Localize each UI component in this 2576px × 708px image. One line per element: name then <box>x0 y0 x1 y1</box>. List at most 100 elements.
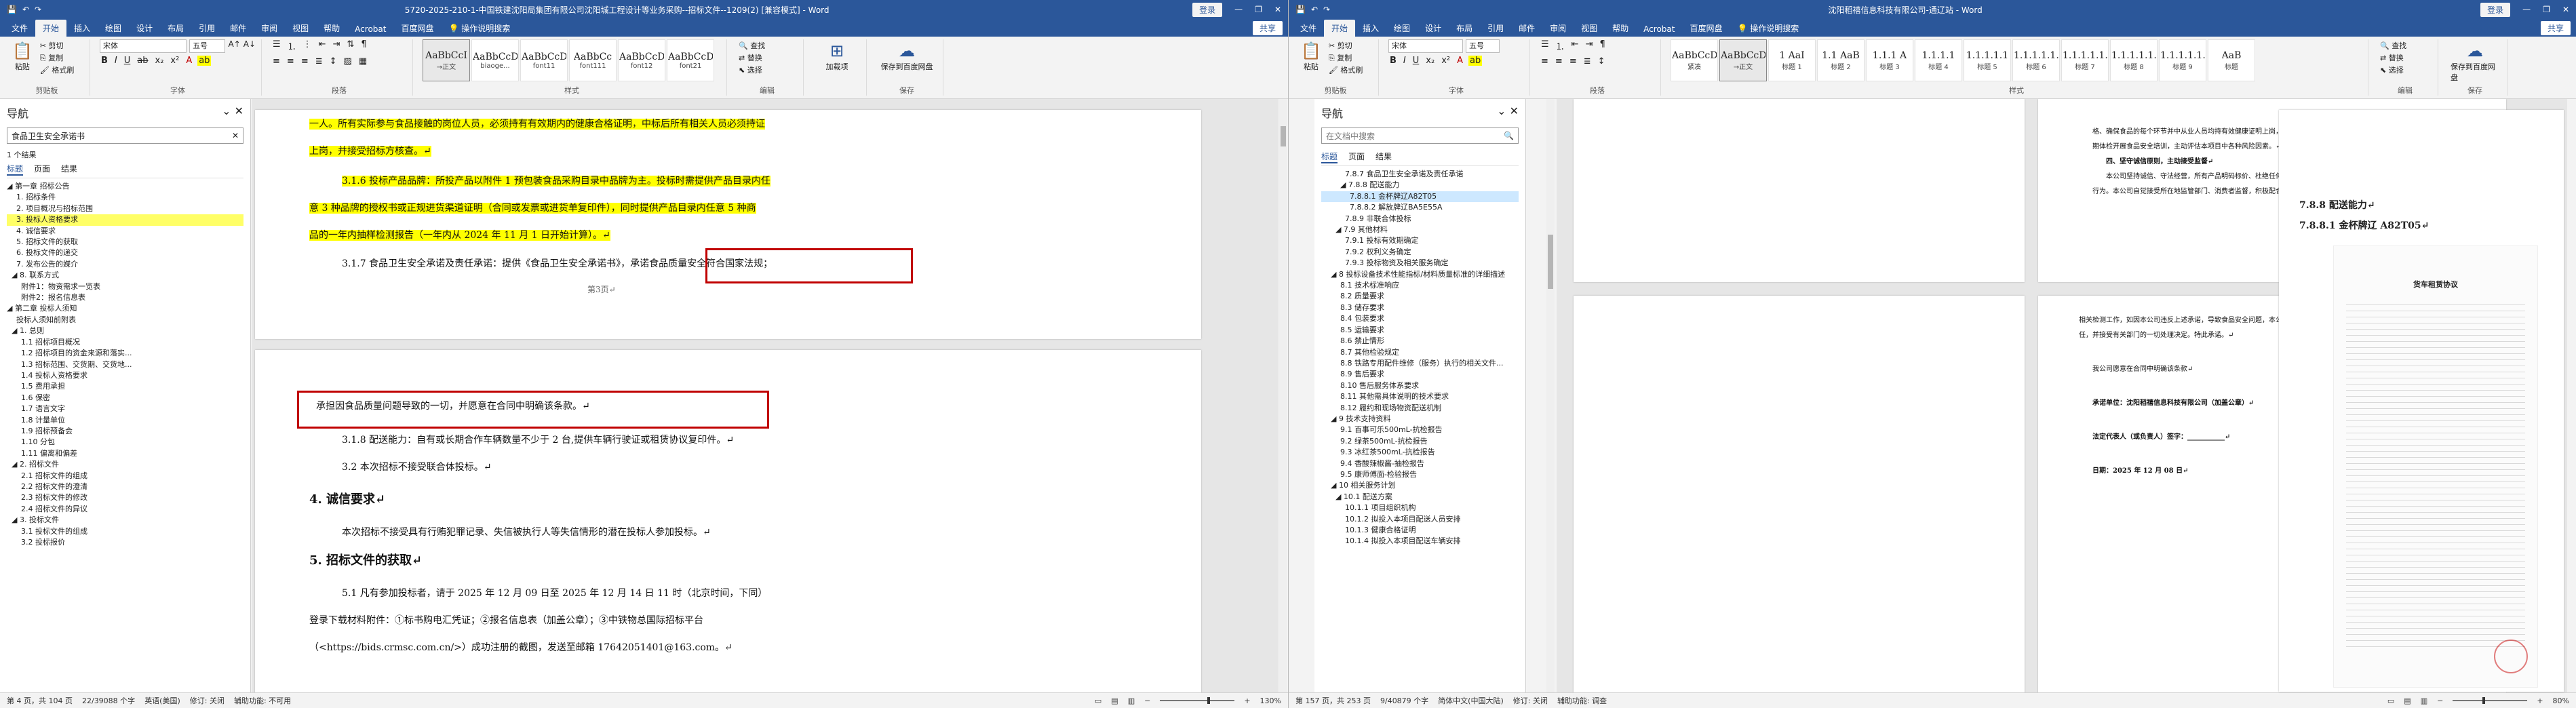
nav-tab-results[interactable]: 结果 <box>1375 151 1392 163</box>
tab-review[interactable]: 审阅 <box>254 20 285 37</box>
nav-heading-item[interactable]: 7.8.7 食品卫生安全承诺及责任承诺 <box>1321 169 1519 180</box>
minimize-icon[interactable]: — <box>1234 5 1243 14</box>
zoom-level[interactable]: 130% <box>1260 696 1281 705</box>
nav-heading-item[interactable]: 1. 招标条件 <box>7 192 243 203</box>
print-layout-icon[interactable]: ▤ <box>2404 696 2411 705</box>
login-button[interactable]: 登录 <box>1192 2 1223 17</box>
underline-icon[interactable]: U <box>1411 56 1421 66</box>
justify-icon[interactable]: ≣ <box>1582 56 1593 66</box>
nav-heading-item[interactable]: 10.1.1 项目组织机构 <box>1321 503 1519 513</box>
nav-heading-item[interactable]: 投标人须知前附表 <box>7 315 243 326</box>
nav-heading-item[interactable]: 10.1.4 拟投入本项目配送车辆安排 <box>1321 536 1519 547</box>
zoom-slider[interactable] <box>2453 697 2528 704</box>
nav-heading-item[interactable]: 9.3 冰红茶500mL-抗检报告 <box>1321 447 1519 458</box>
nav-heading-item[interactable]: 9.4 香酸辣椒酱-抽检报告 <box>1321 458 1519 469</box>
bullets-icon[interactable]: ☰ <box>271 39 282 52</box>
nav-heading-item[interactable]: 附件2：报名信息表 <box>7 292 243 303</box>
style-gallery-item[interactable]: AaBbCcD 紧凑 <box>1671 39 1718 81</box>
style-font11[interactable]: AaBbCcDcfont11 <box>520 39 568 81</box>
format-painter-button[interactable]: 🖌 格式刷 <box>38 64 76 76</box>
paste-button[interactable]: 📋 粘贴 <box>1298 39 1324 76</box>
font-size-combo[interactable]: 五号 <box>189 39 226 53</box>
word-count[interactable]: 9/40879 个字 <box>1380 695 1428 706</box>
nav-heading-item[interactable]: ◢ 10 相关服务计划 <box>1321 480 1519 491</box>
clear-icon[interactable]: ✕ <box>232 131 239 140</box>
style-gallery-item[interactable]: 1.1.1.1.1.1 标题 6 <box>2012 39 2060 81</box>
numbering-icon[interactable]: ⒈ <box>1555 39 1566 52</box>
redo-icon[interactable]: ↷ <box>1323 5 1330 14</box>
font-name-combo[interactable]: 宋体 <box>100 39 187 53</box>
nav-heading-item[interactable]: 2.3 招标文件的修改 <box>7 492 243 503</box>
nav-heading-item[interactable]: 4. 诚信要求 <box>7 226 243 237</box>
style-gallery-item[interactable]: 1.1.1.1 标题 4 <box>1915 39 1962 81</box>
language[interactable]: 简体中文(中国大陆) <box>1438 695 1504 706</box>
bullets-icon[interactable]: ☰ <box>1540 39 1550 52</box>
nav-heading-item[interactable]: 1.5 费用承担 <box>7 381 243 392</box>
underline-icon[interactable]: U <box>123 56 132 66</box>
nav-heading-item[interactable]: ◢ 2. 招标文件 <box>7 459 243 470</box>
find-button[interactable]: 🔍 查找 <box>737 39 798 52</box>
nav-heading-item[interactable]: ◢ 8 投标设备技术性能指标/材料质量标准的详细描述 <box>1321 269 1519 280</box>
copy-button[interactable]: ⎘ 复制 <box>38 52 76 64</box>
align-center-icon[interactable]: ≡ <box>286 56 296 66</box>
nav-heading-item[interactable]: 附件1：物资需求一览表 <box>7 281 243 292</box>
nav-heading-item[interactable]: 9.2 绿茶500mL-抗检报告 <box>1321 436 1519 447</box>
track-changes[interactable]: 修订: 关闭 <box>190 695 225 706</box>
tab-insert[interactable]: 插入 <box>1355 20 1386 37</box>
read-mode-icon[interactable]: ▭ <box>2387 696 2394 705</box>
style-font21[interactable]: AaBbCcDcfont21 <box>667 39 714 81</box>
nav-heading-item[interactable]: ◢ 第一章 招标公告 <box>7 181 243 192</box>
nav-heading-item[interactable]: 7.8.9 非联合体投标 <box>1321 214 1519 224</box>
nav-heading-item[interactable]: ◢ 第二章 投标人须知 <box>7 303 243 314</box>
undo-icon[interactable]: ↶ <box>22 5 29 14</box>
style-gallery-item[interactable]: 1.1.1 A 标题 3 <box>1866 39 1913 81</box>
chevron-down-icon[interactable]: ⌄ <box>222 104 231 117</box>
style-gallery-item[interactable]: 1 AaI 标题 1 <box>1768 39 1816 81</box>
share-button[interactable]: 共享 <box>1252 21 1283 35</box>
document-page[interactable] <box>1574 296 2025 693</box>
style-normal[interactable]: AaBbCcI →正文 <box>423 39 470 81</box>
replace-button[interactable]: ⇄ 替换 <box>2378 52 2432 64</box>
nav-heading-item[interactable]: 7.9.1 投标有效期确定 <box>1321 235 1519 246</box>
style-gallery-item[interactable]: 1.1.1.1.1. 标题 9 <box>2159 39 2206 81</box>
style-font12[interactable]: AaBbCcDcfont12 <box>618 39 665 81</box>
web-layout-icon[interactable]: ▥ <box>2421 696 2427 705</box>
nav-search-input[interactable]: 在文档中搜索 🔍 <box>1321 127 1519 144</box>
decrease-indent-icon[interactable]: ⇤ <box>317 39 328 52</box>
format-painter-button[interactable]: 🖌 格式刷 <box>1327 64 1365 76</box>
style-gallery-item[interactable]: 1.1.1.1.1 标题 5 <box>1964 39 2011 81</box>
nav-heading-item[interactable]: 7. 发布公告的媒介 <box>7 259 243 270</box>
grow-font-icon[interactable]: A↑ <box>228 39 240 53</box>
strikethrough-icon[interactable]: ab <box>136 56 149 66</box>
tab-references[interactable]: 引用 <box>191 20 222 37</box>
align-left-icon[interactable]: ≡ <box>271 56 281 66</box>
find-button[interactable]: 🔍 查找 <box>2378 39 2432 52</box>
italic-icon[interactable]: I <box>1402 56 1407 66</box>
decrease-indent-icon[interactable]: ⇤ <box>1570 39 1580 52</box>
close-icon[interactable]: ✕ <box>1510 104 1519 117</box>
sort-icon[interactable]: ⇅ <box>345 39 355 52</box>
replace-button[interactable]: ⇄ 替换 <box>737 52 798 64</box>
accessibility[interactable]: 辅助功能: 不可用 <box>234 695 291 706</box>
style-gallery-item[interactable]: AaB 标题 <box>2208 39 2255 81</box>
style-gallery-item[interactable]: 1.1 AaB 标题 2 <box>1817 39 1865 81</box>
numbering-icon[interactable]: ⒈ <box>286 39 298 52</box>
select-button[interactable]: ⬉ 选择 <box>737 64 798 76</box>
tab-references[interactable]: 引用 <box>1480 20 1511 37</box>
tell-me-search[interactable]: 💡 操作说明搜索 <box>441 20 518 37</box>
nav-heading-item[interactable]: 8.4 包装要求 <box>1321 313 1519 324</box>
document-page[interactable] <box>1574 99 2025 282</box>
tab-view[interactable]: 视图 <box>1574 20 1605 37</box>
nav-heading-item[interactable]: 8.9 售后要求 <box>1321 369 1519 380</box>
zoom-level[interactable]: 80% <box>2553 696 2569 705</box>
nav-tab-pages[interactable]: 页面 <box>34 163 50 176</box>
tab-baidu[interactable]: 百度网盘 <box>1682 20 1730 37</box>
nav-heading-item[interactable]: ◢ 3. 投标文件 <box>7 515 243 526</box>
save-baidu-button[interactable]: ☁ 保存到百度网盘 <box>876 39 937 73</box>
share-button[interactable]: 共享 <box>2540 21 2571 35</box>
page-indicator[interactable]: 第 4 页，共 104 页 <box>7 695 73 706</box>
tab-mailings[interactable]: 邮件 <box>222 20 254 37</box>
paste-button[interactable]: 📋 粘贴 <box>9 39 35 76</box>
show-marks-icon[interactable]: ¶ <box>359 39 368 52</box>
document-area[interactable]: 一人。所有实际参与食品接触的岗位人员，必须持有有效期内的健康合格证明，中标后所有… <box>252 99 1279 693</box>
